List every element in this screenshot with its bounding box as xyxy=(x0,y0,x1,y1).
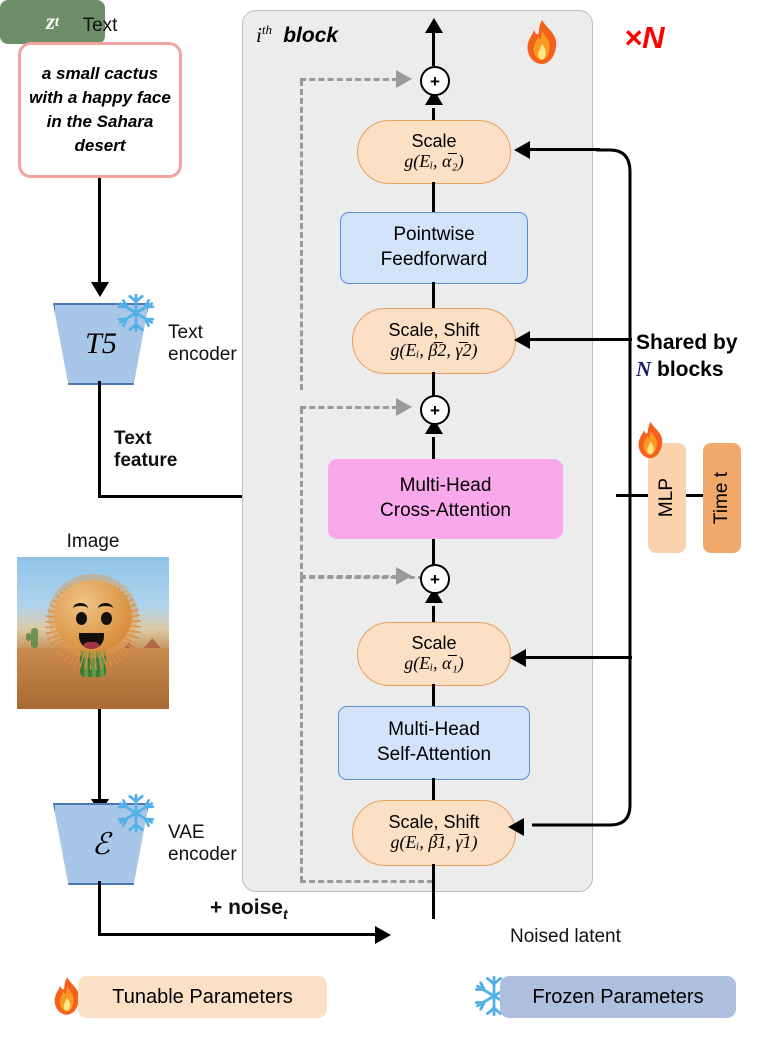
fire-icon xyxy=(638,421,663,459)
noised-latent-label: Noised latent xyxy=(510,926,621,947)
image-caption: Image xyxy=(66,531,120,553)
source-image xyxy=(17,557,169,709)
prompt-textbox[interactable]: a small cactus with a happy face in the … xyxy=(18,42,182,178)
cond-to-scale-top-line xyxy=(530,148,600,151)
text-caption: Text xyxy=(82,15,118,37)
scale1-in-line xyxy=(432,684,435,706)
residual-add-middle: + xyxy=(420,395,450,425)
residual-add-top: + xyxy=(420,66,450,96)
time-box[interactable]: Time t xyxy=(703,443,741,553)
xattn-to-add-line xyxy=(432,437,435,459)
cond-to-scaleshift2-arrowhead xyxy=(514,331,530,349)
fire-icon xyxy=(527,20,557,64)
snowflake-icon xyxy=(117,293,155,333)
shared-by-n-label: Shared by N blocks xyxy=(636,331,738,382)
prompt-to-encoder-line xyxy=(98,178,101,284)
vae-encoder-symbol: ℰ xyxy=(91,827,111,861)
vae-to-latent-vline xyxy=(98,881,101,936)
repeat-n-label: ×N xyxy=(624,20,665,55)
cond-to-scaleshift1-path xyxy=(532,490,632,827)
text-feature-label: Text feature xyxy=(114,428,178,471)
block-output-arrowhead xyxy=(425,18,443,33)
residual-dashed-hline-middle xyxy=(300,406,398,409)
latent-to-block-line xyxy=(432,864,435,919)
residual-dashed-vline-top xyxy=(300,80,303,390)
residual-dashed-hline-bottom xyxy=(300,575,398,578)
node-scale-shift-2[interactable]: Scale, Shift g(Eᵢ, β̅2, γ̅2) xyxy=(352,308,516,374)
residual-dashed-arrowhead-middle xyxy=(396,398,412,416)
node-scale-top[interactable]: Scale g(Eᵢ, α̅₂) xyxy=(357,120,511,184)
noise-label: + noiset xyxy=(210,896,288,923)
residual-dashed-hline-top xyxy=(300,78,398,81)
scale-top-to-ff-line xyxy=(432,182,435,212)
text-encoder-symbol: T5 xyxy=(85,327,117,360)
prompt-to-encoder-arrowhead xyxy=(91,282,109,297)
cond-to-scaleshift2-line xyxy=(530,338,632,341)
legend-tunable: Tunable Parameters xyxy=(78,976,327,1018)
node-self-attention[interactable]: Multi-Head Self-Attention xyxy=(338,706,530,780)
legend-frozen: Frozen Parameters xyxy=(500,976,736,1018)
residual-dashed-arrowhead-bottom xyxy=(396,567,412,585)
snowflake-icon xyxy=(117,793,155,833)
vae-to-latent-arrowhead xyxy=(375,926,391,944)
node-scale-1[interactable]: Scale g(Eᵢ, α̅₁) xyxy=(357,622,511,686)
block-title: ith block xyxy=(256,22,339,47)
residual-dashed-vline-middle xyxy=(300,408,303,578)
cond-to-scaleshift1-arrowhead xyxy=(508,818,524,836)
residual-dashed-vline-bottom xyxy=(300,577,303,882)
cond-to-scale-top-arrowhead xyxy=(514,141,530,159)
vae-to-latent-hline xyxy=(98,933,379,936)
residual-dashed-branch-bottom xyxy=(300,880,433,883)
image-to-vae-line xyxy=(98,709,101,802)
residual-dashed-arrowhead-top xyxy=(396,70,412,88)
residual-add-bottom: + xyxy=(420,564,450,594)
scaleshift2-to-add-line xyxy=(432,372,435,396)
selfattn-in-line xyxy=(432,778,435,800)
ff-to-scaleshift2-line xyxy=(432,282,435,308)
node-pointwise-feedforward[interactable]: Pointwise Feedforward xyxy=(340,212,528,284)
node-scale-shift-1[interactable]: Scale, Shift g(Eᵢ, β̅1, γ̅1) xyxy=(352,800,516,866)
text-feature-vline xyxy=(98,381,101,498)
